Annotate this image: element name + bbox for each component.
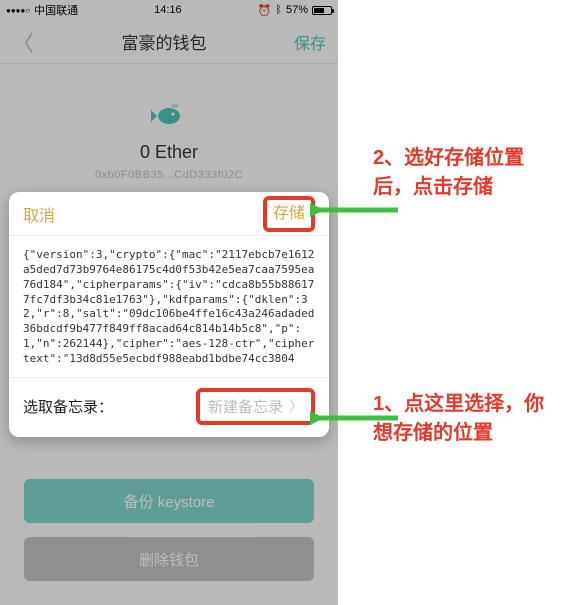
- store-button[interactable]: 存储: [263, 196, 315, 232]
- keystore-text: {"version":3,"crypto":{"mac":"2117ebcb7e…: [9, 236, 329, 378]
- cancel-button[interactable]: 取消: [23, 202, 55, 226]
- memo-placeholder: 新建备忘录: [208, 396, 283, 417]
- annotation-text-2: 2、选好存储位置后，点击存储: [373, 144, 553, 202]
- select-memo-label: 选取备忘录：: [23, 396, 113, 417]
- chevron-right-icon: 〉: [289, 396, 303, 416]
- new-memo-button[interactable]: 新建备忘录 〉: [196, 388, 315, 425]
- export-sheet: 取消 存储 {"version":3,"crypto":{"mac":"2117…: [9, 192, 329, 437]
- annotation-text-1: 1、点这里选择，你想存储的位置: [373, 390, 553, 448]
